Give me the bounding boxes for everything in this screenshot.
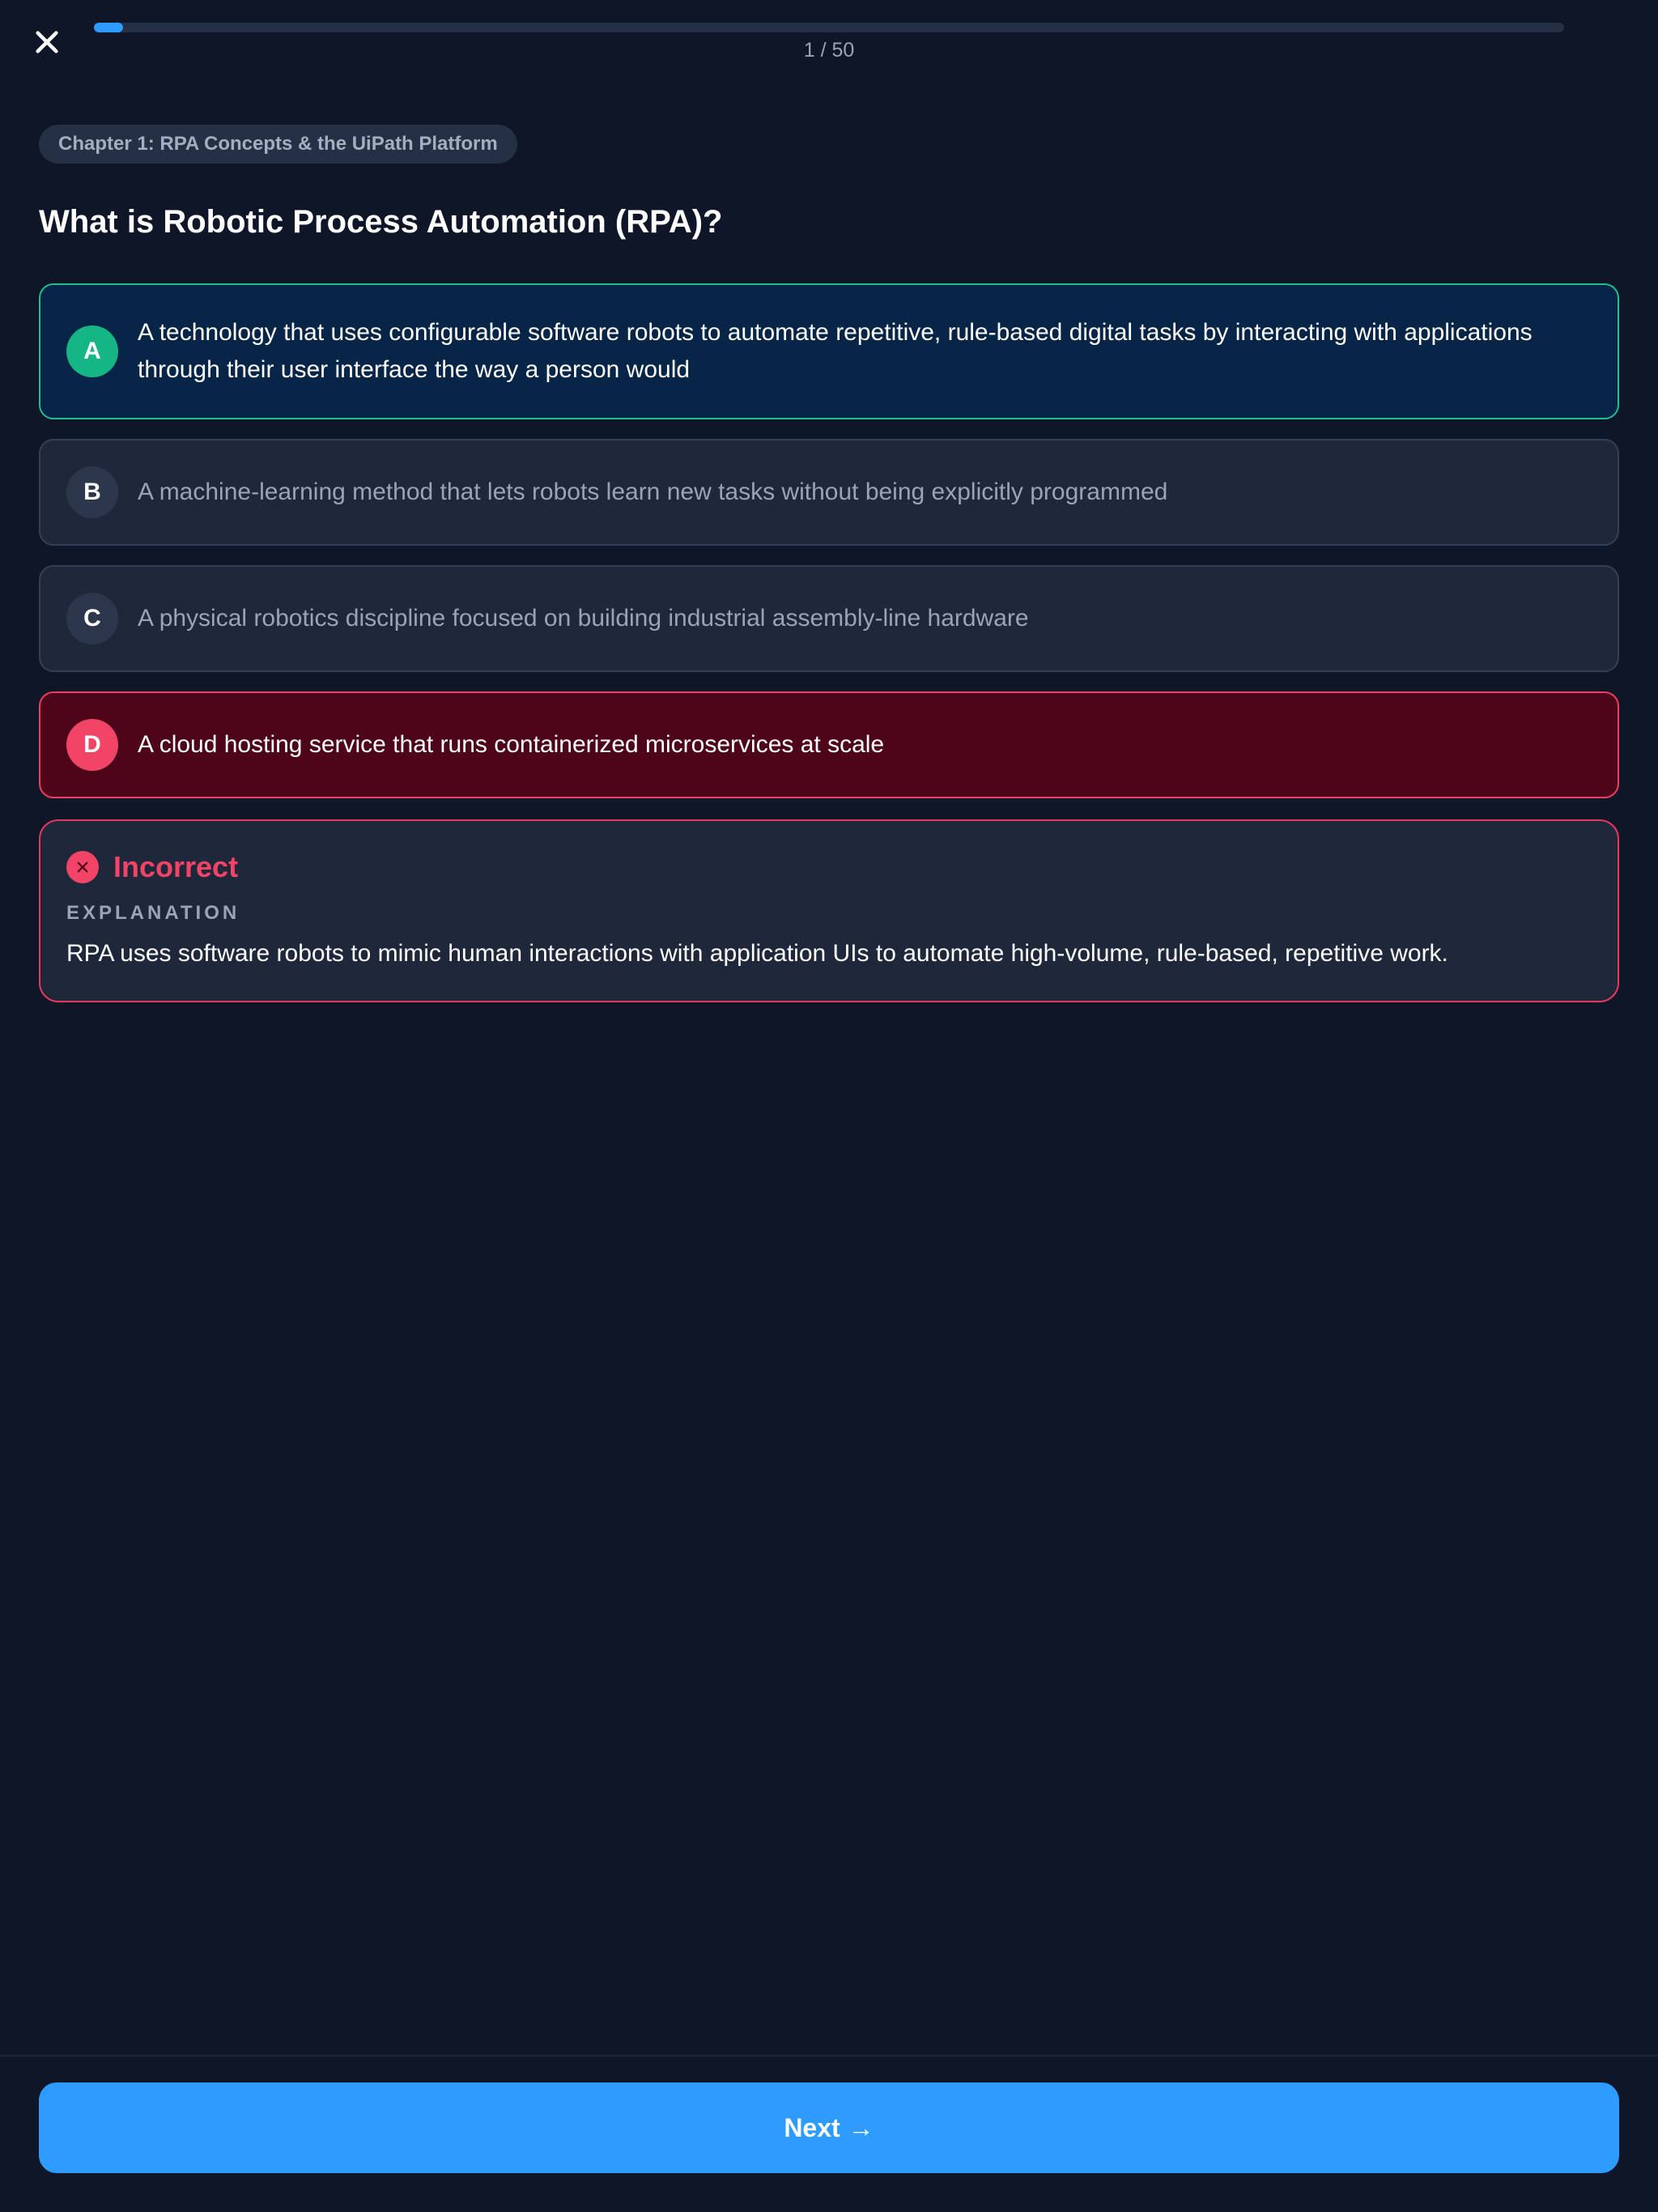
quiz-screen: 1 / 50 Chapter 1: RPA Concepts & the UiP… (0, 0, 1658, 2212)
feedback-title: Incorrect (113, 850, 239, 883)
option-letter-c: C (66, 593, 118, 644)
progress-bar (94, 23, 1564, 32)
option-letter-b: B (66, 466, 118, 518)
feedback-header: Incorrect (66, 850, 1592, 884)
question-content: Chapter 1: RPA Concepts & the UiPath Pla… (39, 125, 1619, 1002)
option-text-a: A technology that uses configurable soft… (138, 319, 1533, 383)
question-text: What is Robotic Process Automation (RPA)… (39, 204, 723, 240)
progress-bar-fill (94, 23, 124, 32)
option-text-d: A cloud hosting service that runs contai… (138, 731, 885, 758)
explanation-text: RPA uses software robots to mimic human … (66, 940, 1448, 967)
next-button[interactable]: Next → (39, 2082, 1619, 2173)
x-mark-icon (77, 861, 88, 873)
option-d[interactable]: D A cloud hosting service that runs cont… (39, 691, 1619, 798)
chapter-badge: Chapter 1: RPA Concepts & the UiPath Pla… (39, 125, 517, 164)
option-text-c: A physical robotics discipline focused o… (138, 605, 1029, 632)
option-c[interactable]: C A physical robotics discipline focused… (39, 565, 1619, 672)
explanation-label: EXPLANATION (66, 902, 240, 924)
option-text-b: A machine-learning method that lets robo… (138, 479, 1168, 505)
option-a[interactable]: A A technology that uses configurable so… (39, 283, 1619, 419)
footer-divider (0, 2055, 1658, 2057)
option-letter-d: D (66, 719, 118, 771)
option-b[interactable]: B A machine-learning method that lets ro… (39, 439, 1619, 546)
progress-counter: 1 / 50 (803, 39, 855, 62)
x-circle-icon (66, 851, 99, 883)
arrow-right-icon: → (848, 2112, 874, 2142)
answer-options: A A technology that uses configurable so… (39, 283, 1619, 798)
feedback-panel: Incorrect EXPLANATION RPA uses software … (39, 819, 1619, 1002)
option-letter-a: A (66, 325, 118, 377)
next-button-label: Next (784, 2112, 840, 2142)
